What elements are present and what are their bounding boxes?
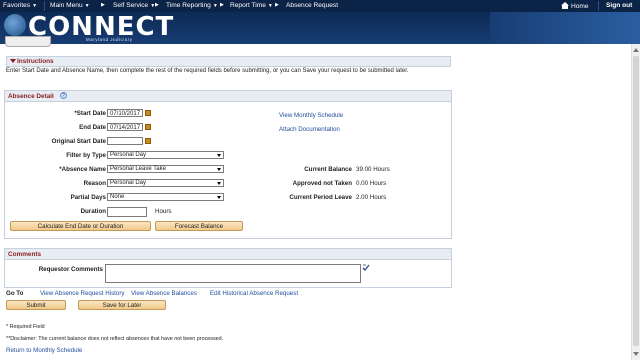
scroll-down-arrow-icon[interactable] [633, 352, 639, 356]
save-for-later-button[interactable]: Save for Later [78, 300, 166, 310]
current-period-leave-value: 2.00 Hours [356, 194, 387, 201]
filter-by-type-select[interactable]: Personal Day [107, 151, 224, 159]
logo-subtitle: Maryland Judiciary [86, 37, 133, 42]
chevron-down-icon: ▼ [32, 3, 38, 9]
start-date-label: *Start Date [74, 110, 106, 117]
filter-by-type-label: Filter by Type [66, 152, 106, 159]
chevron-down-icon [217, 182, 221, 185]
scroll-up-arrow-icon[interactable] [633, 48, 639, 52]
breadcrumb-arrow-icon: ▶ [275, 2, 279, 8]
reason-select[interactable]: Personal Day [107, 179, 224, 187]
comments-title: Comments [8, 251, 42, 258]
start-date-input[interactable]: 07/10/2017 [107, 109, 143, 117]
breadcrumb-arrow-icon: ▶ [155, 2, 159, 8]
end-date-label: End Date [79, 124, 106, 131]
goto-label: Go To [6, 290, 24, 297]
chevron-down-icon [217, 168, 221, 171]
breadcrumb-report-time[interactable]: Report Time ▼ [230, 2, 273, 9]
vertical-scrollbar[interactable] [631, 44, 640, 360]
breadcrumb-self-service[interactable]: Self Service ▼ [113, 2, 155, 9]
end-date-input[interactable]: 07/14/2017 [107, 123, 143, 131]
approved-not-taken-value: 0.00 Hours [356, 180, 387, 187]
return-to-monthly-schedule-link[interactable]: Return to Monthly Schedule [6, 347, 82, 354]
edit-historical-absence-request-link[interactable]: Edit Historical Absence Request [210, 290, 298, 297]
absence-name-label: *Absence Name [59, 166, 106, 173]
chevron-down-icon [217, 196, 221, 199]
header-banner-accent [490, 12, 640, 44]
partial-days-select[interactable]: None [107, 193, 224, 201]
current-period-leave-label: Current Period Leave [289, 194, 352, 201]
nav-divider [598, 1, 599, 11]
duration-input[interactable] [107, 207, 147, 217]
absence-detail-panel: Absence Detail [4, 90, 452, 239]
chevron-down-icon: ▼ [267, 3, 273, 9]
breadcrumb-arrow-icon: ▶ [220, 2, 224, 8]
sign-out-link[interactable]: Sign out [606, 2, 632, 9]
original-start-date-label: Original Start Date [51, 138, 106, 145]
instructions-section[interactable]: Instructions [6, 56, 451, 67]
calendar-icon[interactable] [145, 124, 151, 130]
chevron-down-icon: ▼ [84, 3, 90, 9]
attach-documentation-link[interactable]: Attach Documentation [279, 126, 340, 133]
scrollbar-thumb[interactable] [633, 56, 639, 346]
current-balance-label: Current Balance [304, 166, 352, 173]
breadcrumb-arrow-icon: ▶ [101, 2, 105, 8]
forecast-balance-button[interactable]: Forecast Balance [155, 221, 243, 231]
calendar-icon[interactable] [145, 110, 151, 116]
calendar-icon[interactable] [145, 138, 151, 144]
breadcrumb-time-reporting[interactable]: Time Reporting ▼ [166, 2, 218, 9]
absence-detail-header: Absence Detail [5, 91, 451, 102]
connect-logo-icon [4, 14, 26, 36]
requestor-comments-textarea[interactable] [105, 264, 361, 283]
disclaimer-text: **Disclaimer: The current balance does n… [6, 336, 224, 342]
duration-label: Duration [80, 208, 106, 215]
chevron-down-icon: ▼ [212, 3, 218, 9]
approved-not-taken-label: Approved not Taken [292, 180, 352, 187]
view-absence-request-history-link[interactable]: View Absence Request History [40, 290, 125, 297]
absence-detail-title: Absence Detail [8, 93, 54, 100]
view-absence-balances-link[interactable]: View Absence Balances [131, 290, 197, 297]
calculate-end-date-button[interactable]: Calculate End Date or Duration [10, 221, 151, 231]
original-start-date-input[interactable] [107, 137, 143, 145]
home-icon [561, 2, 569, 9]
instructions-text: Enter Start Date and Absence Name, then … [6, 68, 409, 74]
comments-header: Comments [5, 249, 451, 260]
collapse-triangle-icon [10, 59, 16, 63]
required-field-note: * Required Field [6, 324, 45, 330]
home-link[interactable]: Home [561, 2, 589, 10]
breadcrumb-absence-request[interactable]: Absence Request [286, 2, 338, 9]
instructions-title: Instructions [17, 58, 54, 65]
view-monthly-schedule-link[interactable]: View Monthly Schedule [279, 112, 343, 119]
main-menu[interactable]: Main Menu ▼ [50, 2, 90, 9]
favorites-menu[interactable]: Favorites ▼ [3, 2, 37, 9]
submit-button[interactable]: Submit [6, 300, 66, 310]
chevron-down-icon [217, 154, 221, 157]
help-icon[interactable]: ? [60, 92, 67, 99]
header-tab [5, 36, 51, 47]
current-balance-value: 39.00 Hours [356, 166, 390, 173]
duration-unit: Hours [155, 208, 172, 215]
absence-name-select[interactable]: Personal Leave Take [107, 165, 224, 173]
requestor-comments-label: Requestor Comments [38, 266, 103, 273]
spell-check-icon[interactable] [362, 264, 370, 272]
nav-divider [44, 1, 45, 11]
partial-days-label: Partial Days [70, 194, 106, 201]
reason-label: Reason [83, 180, 106, 187]
top-nav-bar: Favorites ▼ Main Menu ▼ ▶ Self Service ▼ ▶ … [0, 0, 640, 12]
